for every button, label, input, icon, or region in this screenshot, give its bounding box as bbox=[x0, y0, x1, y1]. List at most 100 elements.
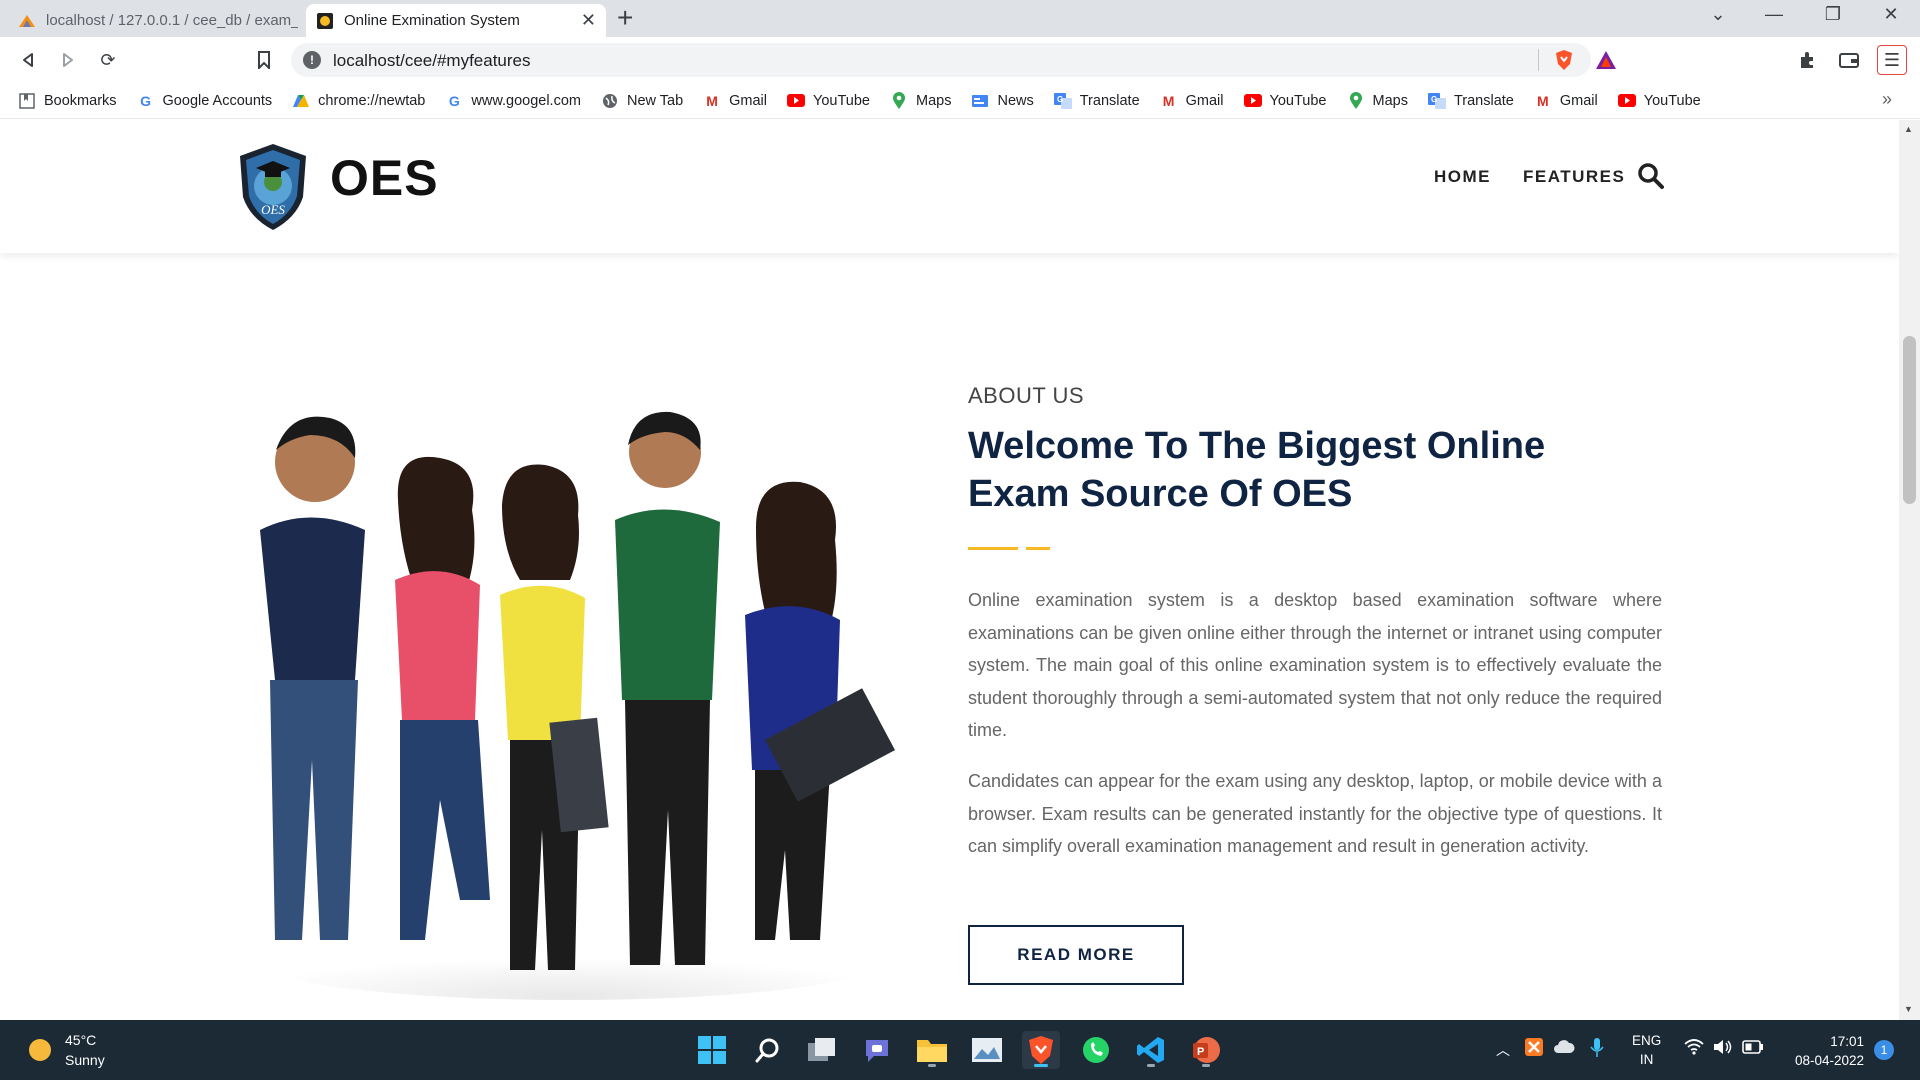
scroll-up-arrow-icon[interactable]: ▲ bbox=[1904, 124, 1913, 134]
brave-browser-icon[interactable] bbox=[1022, 1031, 1060, 1069]
youtube-icon bbox=[1617, 92, 1636, 110]
weather-temperature[interactable]: 45°C bbox=[65, 1032, 96, 1048]
close-tab-icon[interactable]: ✕ bbox=[581, 10, 596, 31]
wallet-icon[interactable] bbox=[1835, 46, 1863, 74]
taskbar-clock[interactable]: 17:01 08-04-2022 bbox=[1776, 1032, 1864, 1070]
accent-divider bbox=[968, 547, 1018, 550]
running-indicator bbox=[928, 1064, 936, 1067]
oes-shield-logo-icon[interactable]: OES bbox=[236, 142, 310, 232]
web-page: OES OES HOME FEATURES ABOUT US Welcome T… bbox=[0, 120, 1899, 1020]
google-icon: G bbox=[140, 92, 151, 109]
bookmark-item[interactable]: YouTube bbox=[787, 92, 870, 110]
maps-icon bbox=[890, 91, 908, 110]
bookmarks-overflow-button[interactable]: » bbox=[1882, 89, 1892, 110]
bookmark-item[interactable]: chrome://newtab bbox=[292, 92, 425, 110]
weather-sun-icon[interactable] bbox=[29, 1039, 51, 1061]
search-taskbar-icon[interactable] bbox=[749, 1031, 787, 1069]
bookmark-item[interactable]: G Google Accounts bbox=[137, 92, 272, 110]
microphone-icon[interactable] bbox=[1590, 1037, 1604, 1062]
read-more-button[interactable]: READ MORE bbox=[968, 925, 1184, 985]
brave-shield-icon[interactable] bbox=[1550, 46, 1578, 74]
students-photo bbox=[260, 411, 895, 1000]
extensions-icon[interactable] bbox=[1793, 46, 1821, 74]
bookmark-item[interactable]: Bookmarks bbox=[18, 92, 117, 110]
bookmark-item[interactable]: M Gmail bbox=[1534, 92, 1598, 110]
tray-overflow-chevron-icon[interactable]: ︿ bbox=[1496, 1040, 1510, 1060]
bookmark-item[interactable]: News bbox=[971, 92, 1034, 110]
task-view-icon[interactable] bbox=[803, 1031, 841, 1069]
site-info-icon[interactable]: ! bbox=[303, 51, 321, 69]
bookmark-item[interactable]: Gwww.googel.com bbox=[445, 92, 581, 110]
site-header: OES OES HOME FEATURES bbox=[0, 120, 1899, 253]
bookmark-item[interactable]: G Translate bbox=[1427, 92, 1514, 110]
reload-icon[interactable]: ⟳ bbox=[94, 46, 122, 74]
bookmark-item[interactable]: Maps bbox=[890, 91, 951, 110]
whatsapp-icon[interactable] bbox=[1077, 1031, 1115, 1069]
bookmark-item[interactable]: YouTube bbox=[1243, 92, 1327, 110]
windows-start-icon[interactable] bbox=[693, 1031, 731, 1069]
bookmark-page-icon[interactable] bbox=[250, 46, 278, 74]
svg-text:G: G bbox=[1431, 95, 1437, 104]
scrollbar-thumb[interactable] bbox=[1903, 336, 1916, 504]
close-window-button[interactable]: ✕ bbox=[1876, 4, 1906, 25]
omnibox-separator bbox=[1538, 49, 1539, 71]
photos-app-icon[interactable] bbox=[968, 1031, 1006, 1069]
tab-search-icon[interactable]: ⌄ bbox=[1703, 4, 1733, 25]
file-explorer-icon[interactable] bbox=[913, 1031, 951, 1069]
onedrive-cloud-icon[interactable] bbox=[1553, 1038, 1575, 1057]
teams-chat-icon[interactable] bbox=[858, 1031, 896, 1069]
accent-divider bbox=[1026, 547, 1050, 550]
address-bar[interactable]: ! localhost/cee/#myfeatures bbox=[291, 43, 1591, 77]
about-paragraph-1: Online examination system is a desktop b… bbox=[968, 590, 1662, 740]
drive-icon bbox=[292, 92, 310, 110]
tab-phpmyadmin[interactable]: localhost / 127.0.0.1 / cee_db / exam_ bbox=[8, 4, 308, 37]
logo-badge-text: OES bbox=[261, 202, 285, 217]
bookmark-item[interactable]: YouTube bbox=[1617, 92, 1701, 110]
tab-online-exam[interactable]: Online Exmination System ✕ bbox=[306, 4, 606, 37]
tab-title: localhost / 127.0.0.1 / cee_db / exam_ bbox=[46, 12, 298, 29]
weather-description[interactable]: Sunny bbox=[65, 1052, 105, 1068]
globe-icon bbox=[601, 92, 619, 110]
running-indicator bbox=[1202, 1064, 1210, 1067]
scroll-down-arrow-icon[interactable]: ▼ bbox=[1904, 1004, 1913, 1014]
phpmyadmin-icon bbox=[18, 12, 36, 30]
back-icon[interactable] bbox=[14, 46, 42, 74]
clock-date: 08-04-2022 bbox=[1794, 1053, 1864, 1068]
battery-icon[interactable] bbox=[1742, 1040, 1764, 1057]
minimize-button[interactable]: — bbox=[1759, 4, 1789, 25]
bookmarks-icon bbox=[18, 92, 36, 110]
volume-icon[interactable] bbox=[1713, 1039, 1733, 1058]
svg-text:G: G bbox=[1057, 95, 1063, 104]
notification-badge[interactable]: 1 bbox=[1874, 1040, 1894, 1060]
powerpoint-icon[interactable]: P bbox=[1187, 1031, 1225, 1069]
restore-button[interactable]: ❐ bbox=[1818, 4, 1848, 25]
bookmark-item[interactable]: M Gmail bbox=[703, 92, 767, 110]
bookmark-item[interactable]: G Translate bbox=[1053, 92, 1140, 110]
nav-home-link[interactable]: HOME bbox=[1434, 167, 1491, 187]
search-icon[interactable] bbox=[1637, 162, 1665, 190]
google-icon: G bbox=[448, 92, 460, 109]
new-tab-button[interactable]: + bbox=[617, 3, 633, 33]
xampp-tray-icon[interactable] bbox=[1525, 1038, 1543, 1059]
tab-strip: localhost / 127.0.0.1 / cee_db / exam_ O… bbox=[0, 0, 1920, 37]
bookmark-item[interactable]: M Gmail bbox=[1160, 92, 1224, 110]
oes-favicon bbox=[316, 12, 334, 30]
wifi-icon[interactable] bbox=[1684, 1039, 1704, 1058]
bookmark-item[interactable]: New Tab bbox=[601, 92, 683, 110]
site-logo-text[interactable]: OES bbox=[330, 149, 439, 207]
clock-time: 17:01 bbox=[1830, 1034, 1864, 1049]
language-indicator[interactable]: ENG IN bbox=[1632, 1031, 1661, 1069]
vscode-icon[interactable] bbox=[1132, 1031, 1170, 1069]
maps-icon bbox=[1347, 91, 1365, 110]
svg-text:P: P bbox=[1197, 1046, 1204, 1058]
nav-features-link[interactable]: FEATURES bbox=[1523, 167, 1625, 187]
page-scrollbar[interactable]: ▲ ▼ bbox=[1899, 120, 1920, 1020]
about-kicker: ABOUT US bbox=[968, 383, 1085, 408]
brave-rewards-icon[interactable] bbox=[1592, 46, 1620, 74]
bookmark-item[interactable]: Maps bbox=[1347, 91, 1408, 110]
running-indicator bbox=[1147, 1064, 1155, 1067]
browser-toolbar: ⟳ ! localhost/cee/#myfeatures ☰ bbox=[0, 37, 1920, 83]
forward-icon[interactable] bbox=[54, 46, 82, 74]
menu-icon[interactable]: ☰ bbox=[1877, 45, 1907, 75]
active-indicator bbox=[1034, 1064, 1048, 1067]
